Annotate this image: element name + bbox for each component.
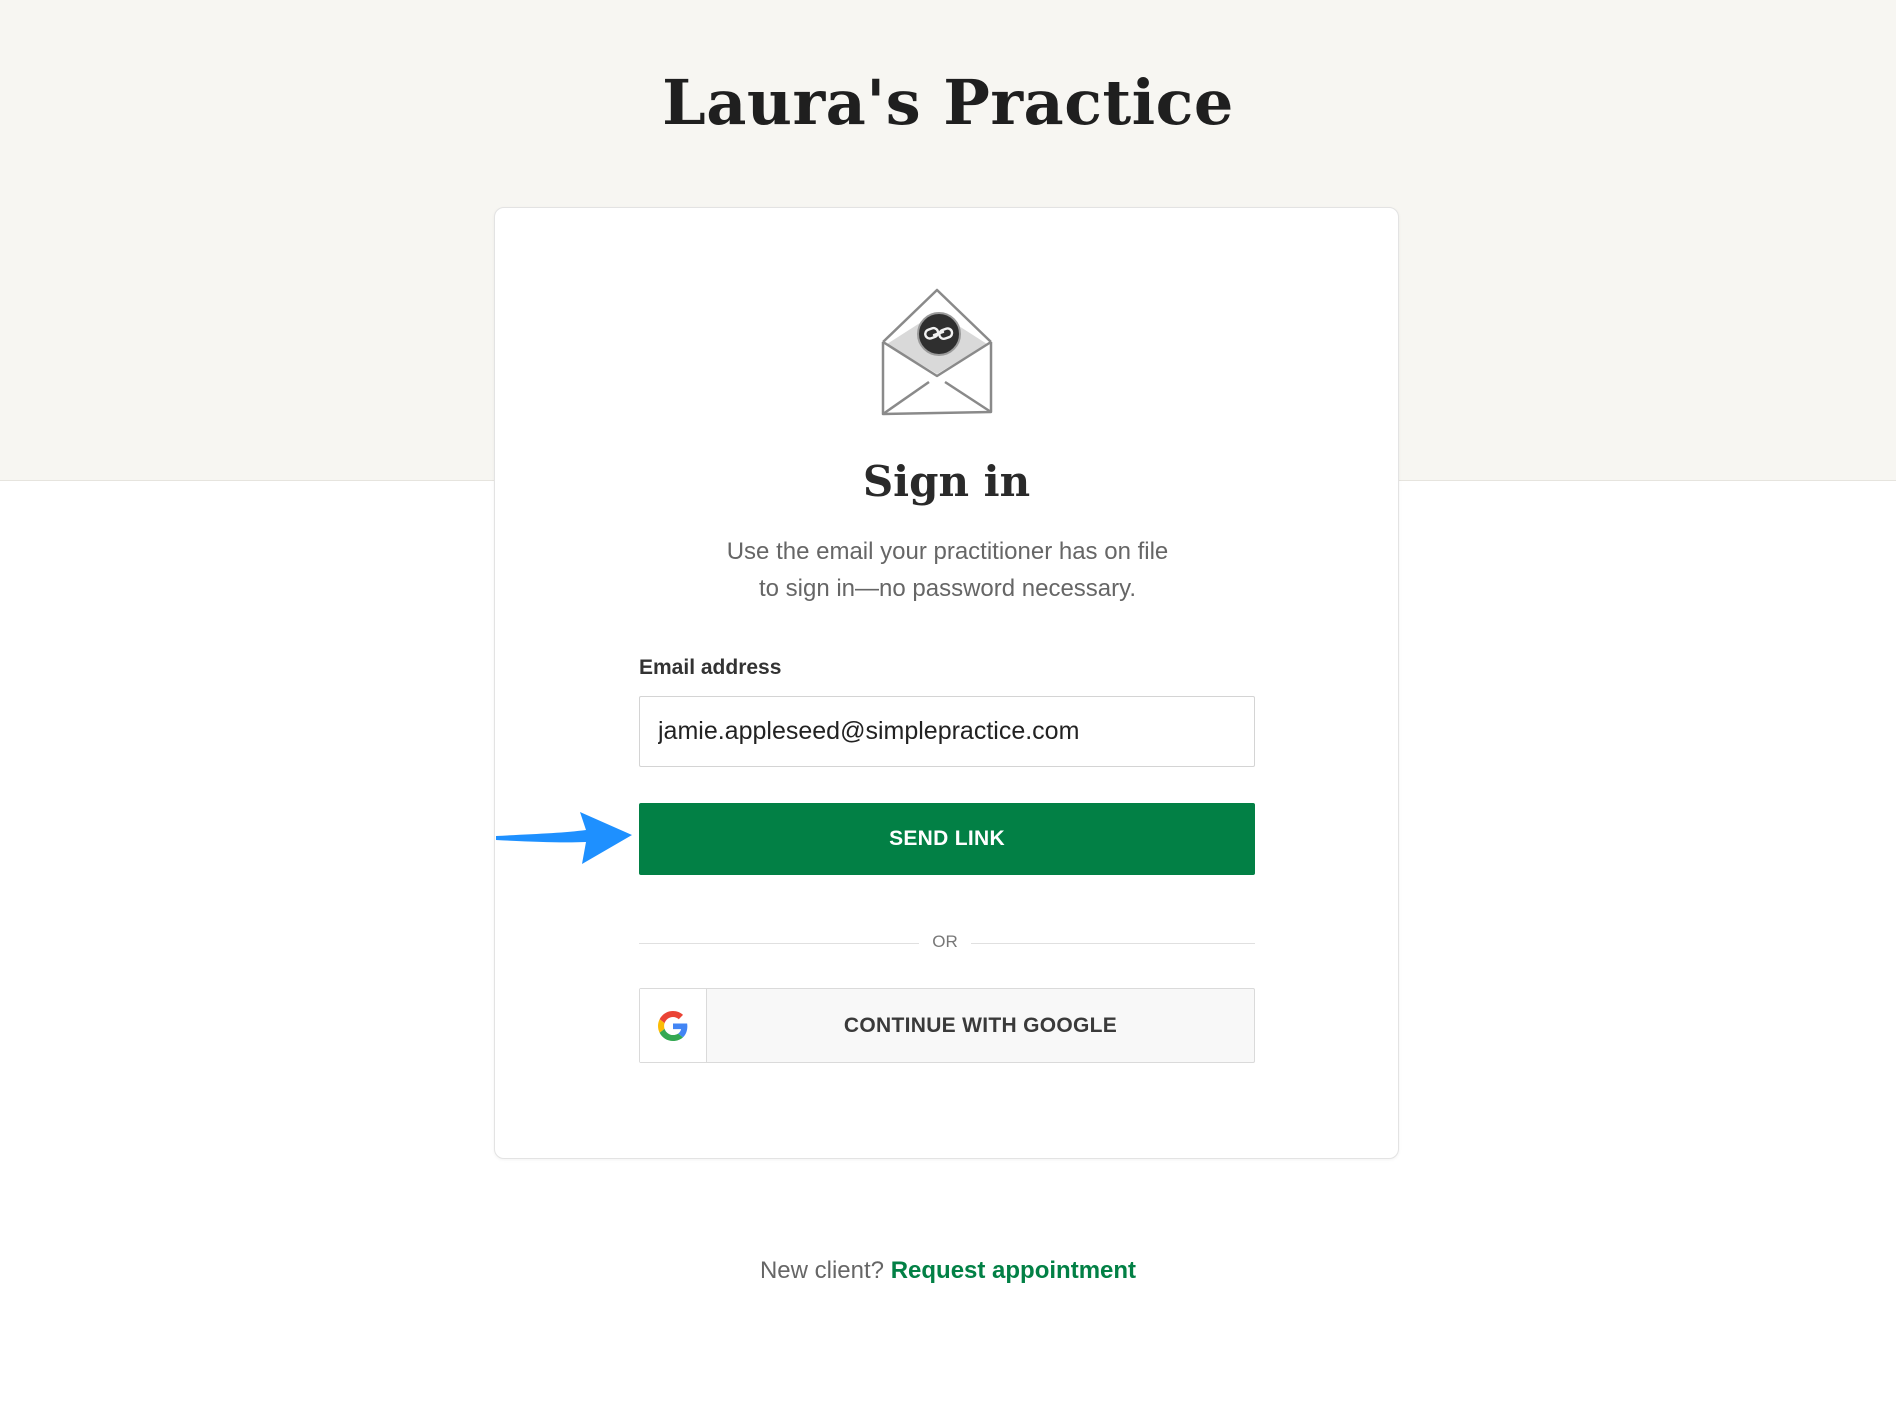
sign-in-heading: Sign in [862,457,1031,506]
email-label: Email address [639,656,782,679]
sign-in-instructions: Use the email your practitioner has on f… [645,533,1250,607]
instructions-line-2: to sign in—no password necessary. [758,575,1137,602]
footer-new-client: New client? Request appointment [0,1257,1896,1285]
divider-line-left [639,943,919,944]
continue-with-google-button[interactable]: CONTINUE WITH GOOGLE [639,988,1255,1063]
instructions-line-1: Use the email your practitioner has on f… [726,538,1169,565]
request-appointment-link[interactable]: Request appointment [891,1257,1136,1284]
practice-title: Laura's Practice [662,66,1234,139]
google-icon-box [640,989,707,1062]
divider-line-right [971,943,1255,944]
or-divider: OR [639,928,1255,958]
annotation-arrow-icon [496,812,632,864]
google-g-icon [658,1010,688,1041]
or-text: OR [932,932,958,951]
new-client-prompt: New client? [759,1257,885,1284]
sign-in-card: Sign in Use the email your practitioner … [494,207,1399,1159]
send-link-button[interactable]: SEND LINK [639,803,1255,875]
envelope-link-icon [881,288,993,416]
email-input[interactable] [639,696,1255,767]
google-button-label: CONTINUE WITH GOOGLE [843,1014,1118,1037]
